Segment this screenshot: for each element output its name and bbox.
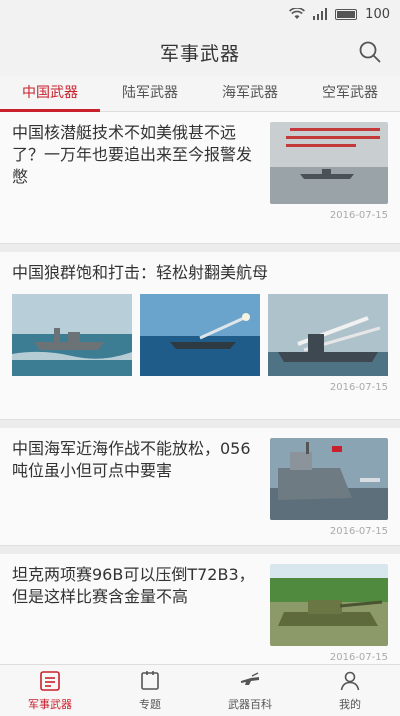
battery-level: 100 — [365, 6, 390, 22]
article-title: 坦克两项赛96B可以压倒T72B3，但是这样比赛含金量不高 — [12, 565, 255, 606]
nav-label: 我的 — [339, 698, 361, 711]
tab-army-weapons[interactable]: 陆军武器 — [100, 76, 200, 111]
nav-item-encyclopedia[interactable]: 武器百科 — [200, 665, 300, 716]
article-thumbnail — [270, 564, 388, 646]
nav-label: 专题 — [139, 698, 161, 711]
article-thumbnail — [270, 122, 388, 204]
nav-item-topics[interactable]: 专题 — [100, 665, 200, 716]
list-item[interactable]: 中国海军近海作战不能放松，056吨位虽小但可点中要害 2016-07-15 — [0, 428, 400, 546]
article-title: 中国核潜艇技术不如美俄甚不远了？一万年也要追出来至今报警发憋 — [12, 123, 253, 186]
nav-item-military-weapons[interactable]: 军事武器 — [0, 665, 100, 716]
gallery-image — [140, 294, 260, 376]
profile-icon — [340, 671, 360, 691]
battery-icon — [335, 8, 358, 20]
article-date: 2016-07-15 — [329, 526, 388, 537]
title-bar: 军事武器 — [0, 28, 400, 76]
tab-airforce-weapons[interactable]: 空军武器 — [300, 76, 400, 111]
gallery-image — [12, 294, 132, 376]
bottom-nav: 军事武器 专题 武器百科 我的 — [0, 664, 400, 716]
article-thumbnail — [270, 438, 388, 520]
image-gallery — [12, 294, 388, 376]
list-item[interactable]: 中国核潜艇技术不如美俄甚不远了？一万年也要追出来至今报警发憋 2016-07-1… — [0, 112, 400, 244]
article-date: 2016-07-15 — [329, 652, 388, 663]
encyclopedia-icon — [241, 672, 259, 685]
list-item[interactable]: 中国狼群饱和打击：轻松射翻美航母 2016-07-15 — [0, 252, 400, 420]
search-icon[interactable] — [358, 40, 382, 64]
article-title: 中国海军近海作战不能放松，056吨位虽小但可点中要害 — [12, 439, 251, 480]
nav-item-profile[interactable]: 我的 — [300, 665, 400, 716]
status-bar: 100 — [0, 0, 400, 28]
signal-icon — [313, 8, 328, 20]
article-date: 2016-07-15 — [329, 210, 388, 221]
tab-navy-weapons[interactable]: 海军武器 — [200, 76, 300, 111]
news-feed: 中国核潜艇技术不如美俄甚不远了？一万年也要追出来至今报警发憋 2016-07-1… — [0, 112, 400, 664]
wifi-icon — [289, 8, 306, 19]
topic-icon — [141, 671, 159, 690]
nav-label: 军事武器 — [28, 698, 72, 711]
page-title: 军事武器 — [159, 42, 240, 65]
nav-label: 武器百科 — [228, 698, 272, 711]
tab-china-weapons[interactable]: 中国武器 — [0, 76, 100, 112]
category-tabs: 中国武器 陆军武器 海军武器 空军武器 — [0, 76, 400, 112]
gallery-image — [268, 294, 388, 376]
news-icon — [40, 671, 60, 691]
list-item[interactable]: 坦克两项赛96B可以压倒T72B3，但是这样比赛含金量不高 2016-07-15 — [0, 554, 400, 664]
article-title: 中国狼群饱和打击：轻松射翻美航母 — [12, 263, 269, 282]
article-date: 2016-07-15 — [329, 382, 388, 393]
